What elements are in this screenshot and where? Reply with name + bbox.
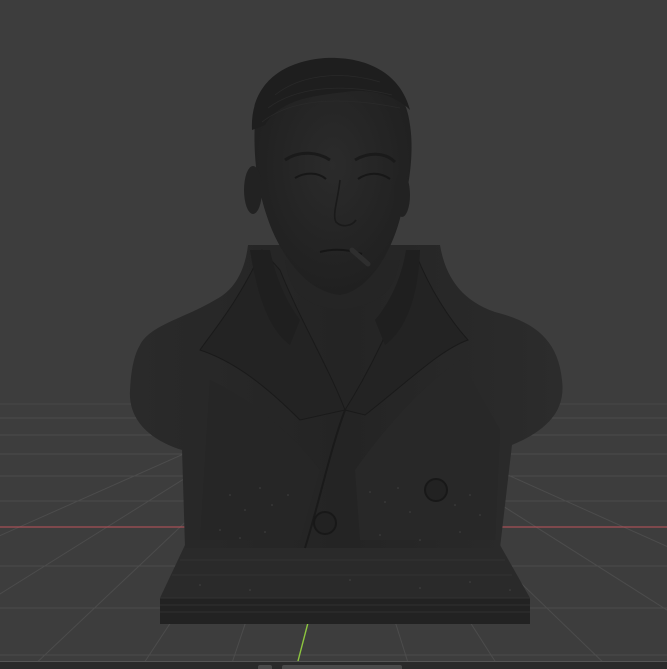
- bust-model-icon: [129, 57, 563, 549]
- 3d-viewport[interactable]: [0, 0, 667, 669]
- coat-button: [424, 478, 448, 502]
- viewport-canvas[interactable]: [0, 0, 667, 669]
- coat-button: [313, 511, 337, 535]
- bottom-tab[interactable]: [282, 665, 402, 669]
- bottom-tab[interactable]: [258, 665, 272, 669]
- viewport-bottom-bar: [0, 661, 667, 669]
- bust-base: [160, 545, 530, 624]
